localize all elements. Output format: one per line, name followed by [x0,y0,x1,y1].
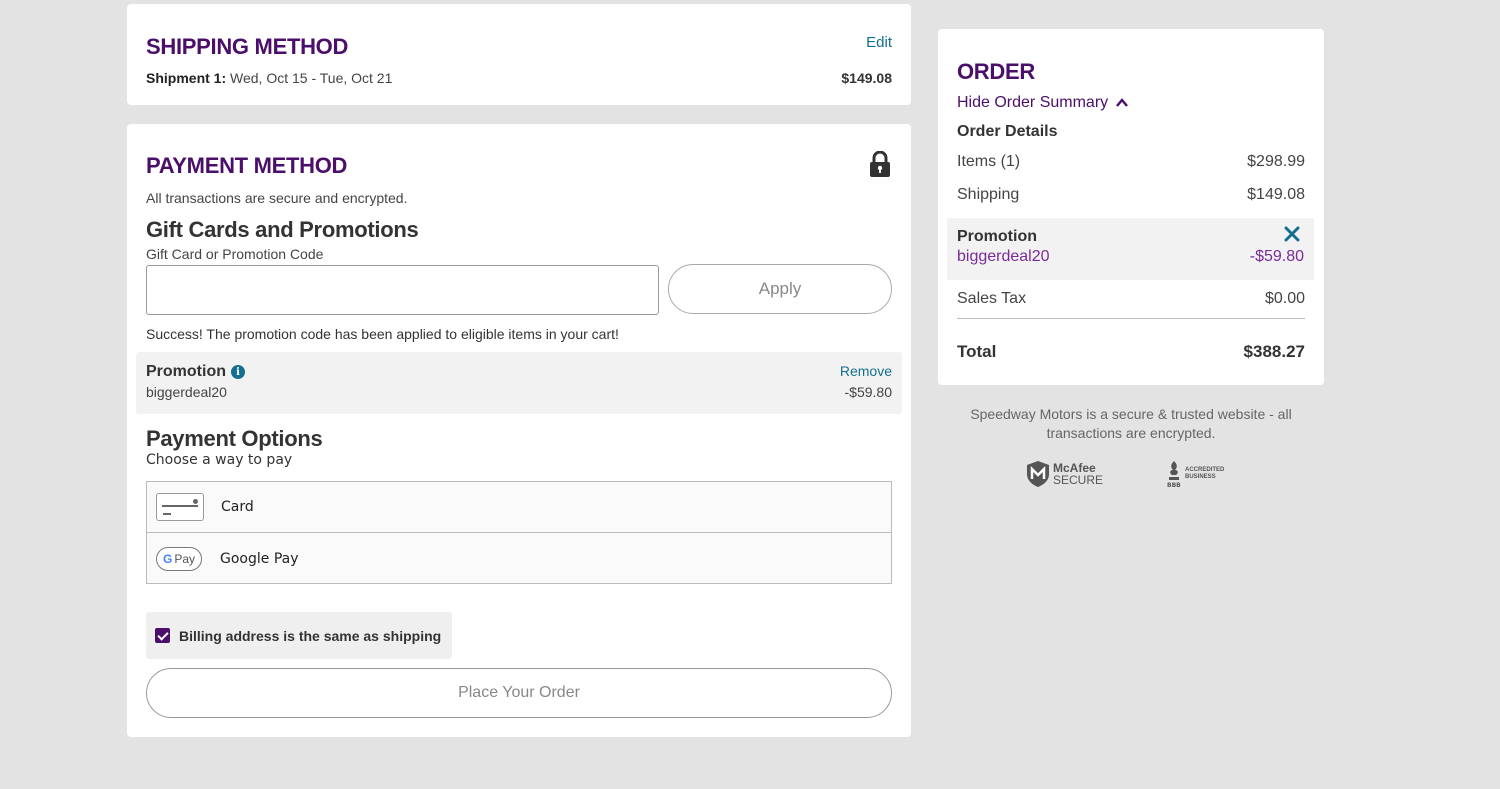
hide-order-summary-toggle[interactable]: Hide Order Summary [957,94,1129,112]
apply-button[interactable]: Apply [668,264,892,314]
payment-method-title: PAYMENT METHOD [146,153,348,178]
chevron-up-icon [1116,98,1129,107]
payment-options-subtitle: Choose a way to pay [146,452,293,468]
secure-note: All transactions are secure and encrypte… [146,190,408,206]
items-label: Items (1) [957,153,1021,170]
bbb-text: ACCREDITED BUSINESS [1185,467,1224,481]
promotion-amount: -$59.80 [844,384,892,400]
order-promotion-label: Promotion [957,228,1037,245]
google-pay-icon: G Pay [156,546,202,571]
place-order-button[interactable]: Place Your Order [146,668,892,718]
promotion-label-text: Promotion [146,363,226,380]
sales-tax-value: $0.00 [1264,290,1305,307]
items-row: Items (1) $298.99 [957,153,1305,171]
sales-tax-row: Sales Tax $0.00 [957,290,1305,308]
promotion-label: Promotion i [146,363,245,381]
gift-cards-title: Gift Cards and Promotions [146,217,419,242]
gift-code-input[interactable] [146,265,659,315]
payment-method-card: PAYMENT METHOD All transactions are secu… [127,124,911,737]
billing-same-label: Billing address is the same as shipping [179,627,442,644]
bbb-torch-icon: BBB [1167,461,1181,488]
billing-same-checkbox[interactable] [155,628,170,643]
shipping-edit-link[interactable]: Edit [866,34,892,51]
bbb-line1: ACCREDITED [1185,467,1225,473]
total-value: $388.27 [1243,342,1305,361]
shipment-price: $149.08 [841,70,892,86]
trust-message: Speedway Motors is a secure & trusted we… [970,406,1292,441]
gift-code-label: Gift Card or Promotion Code [146,246,324,262]
total-row: Total $388.27 [957,342,1305,362]
payment-option-label: Card [221,499,254,515]
hide-order-summary-label: Hide Order Summary [957,94,1109,111]
bbb-accredited-badge[interactable]: BBB ACCREDITED BUSINESS [1166,460,1224,488]
order-title: ORDER [957,59,1035,84]
payment-option-google-pay[interactable]: G Pay Google Pay [147,533,891,584]
order-promotion-amount: -$59.80 [1249,248,1304,265]
mcafee-shield-icon [1027,461,1049,487]
order-promotion-code: biggerdeal20 [957,248,1050,265]
sales-tax-label: Sales Tax [957,290,1027,307]
applied-promotion: Promotion i biggerdeal20 Remove -$59.80 [136,352,902,414]
shipment-label: Shipment 1: [146,70,227,86]
shipping-method-title: SHIPPING METHOD [146,34,349,59]
info-icon[interactable]: i [231,365,245,379]
close-icon[interactable] [1284,226,1300,242]
svg-text:BBB: BBB [1167,482,1181,488]
items-value: $298.99 [1247,153,1305,170]
billing-same-checkbox-row[interactable]: Billing address is the same as shipping [146,612,452,659]
payment-option-label: Google Pay [220,550,299,567]
shipping-method-card: SHIPPING METHOD Edit Shipment 1: Wed, Oc… [127,4,911,105]
mcafee-text: McAfee SECURE [1053,462,1103,486]
bbb-line2: BUSINESS [1185,474,1216,480]
order-promotion: Promotion biggerdeal20 -$59.80 [947,218,1314,280]
mcafee-line2: SECURE [1053,473,1104,487]
mcafee-secure-badge[interactable]: McAfee SECURE [1026,460,1103,488]
remove-promotion-link[interactable]: Remove [840,363,892,379]
credit-card-icon [156,493,204,521]
lock-icon [870,151,890,177]
promo-success-message: Success! The promotion code has been app… [146,326,619,342]
payment-options-title: Payment Options [146,426,323,451]
order-details-title: Order Details [957,123,1058,140]
shipping-value: $149.08 [1247,186,1305,203]
shipping-row: Shipping $149.08 [957,186,1305,204]
summary-divider [957,318,1305,319]
shipping-label: Shipping [957,186,1020,203]
total-label: Total [957,342,997,361]
payment-option-card[interactable]: Card [147,482,891,533]
payment-options-list: Card G Pay Google Pay [146,481,892,584]
shipment-info: Shipment 1: Wed, Oct 15 - Tue, Oct 21 [146,70,392,86]
shipment-dates: Wed, Oct 15 - Tue, Oct 21 [226,70,393,86]
promotion-code: biggerdeal20 [146,384,227,400]
order-summary-card: ORDER Hide Order Summary Order Details I… [938,29,1324,385]
